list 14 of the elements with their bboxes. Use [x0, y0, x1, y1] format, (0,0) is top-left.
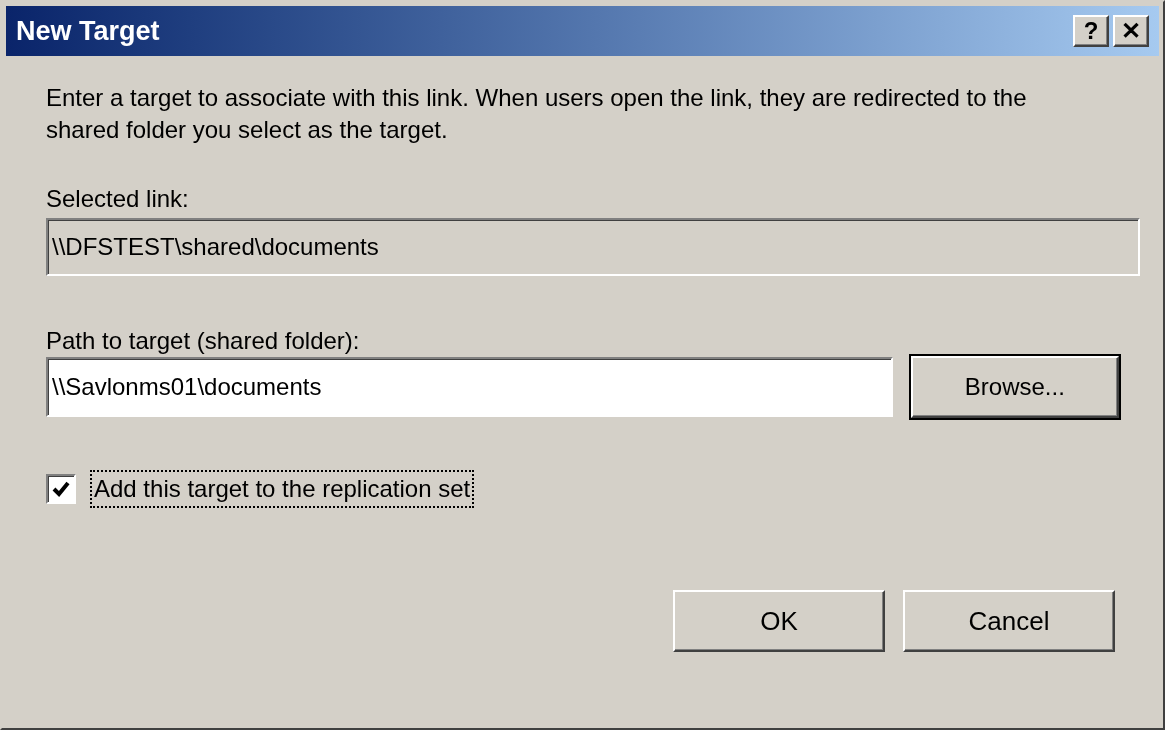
close-button[interactable]: ✕	[1113, 15, 1149, 47]
window-title: New Target	[16, 14, 160, 48]
checkbox-label[interactable]: Add this target to the replication set	[90, 470, 475, 508]
description-text: Enter a target to associate with this link. When users open the link, they are redirected to the shared folder you select as the target.	[46, 83, 1028, 145]
cancel-button[interactable]: Cancel	[903, 590, 1115, 652]
path-input-field[interactable]: \\Savlonms01\documents	[46, 357, 893, 417]
help-button[interactable]: ?	[1073, 15, 1109, 47]
selected-link-field: \\DFSTEST\shared\documents	[46, 218, 1140, 276]
checkbox[interactable]	[46, 474, 76, 504]
ok-button[interactable]: OK	[673, 590, 885, 652]
browse-button[interactable]: Browse...	[910, 356, 1119, 418]
field-label: Path to target (shared folder):	[46, 326, 360, 356]
checkmark-icon	[52, 481, 70, 497]
field-label: Selected link:	[46, 184, 189, 214]
